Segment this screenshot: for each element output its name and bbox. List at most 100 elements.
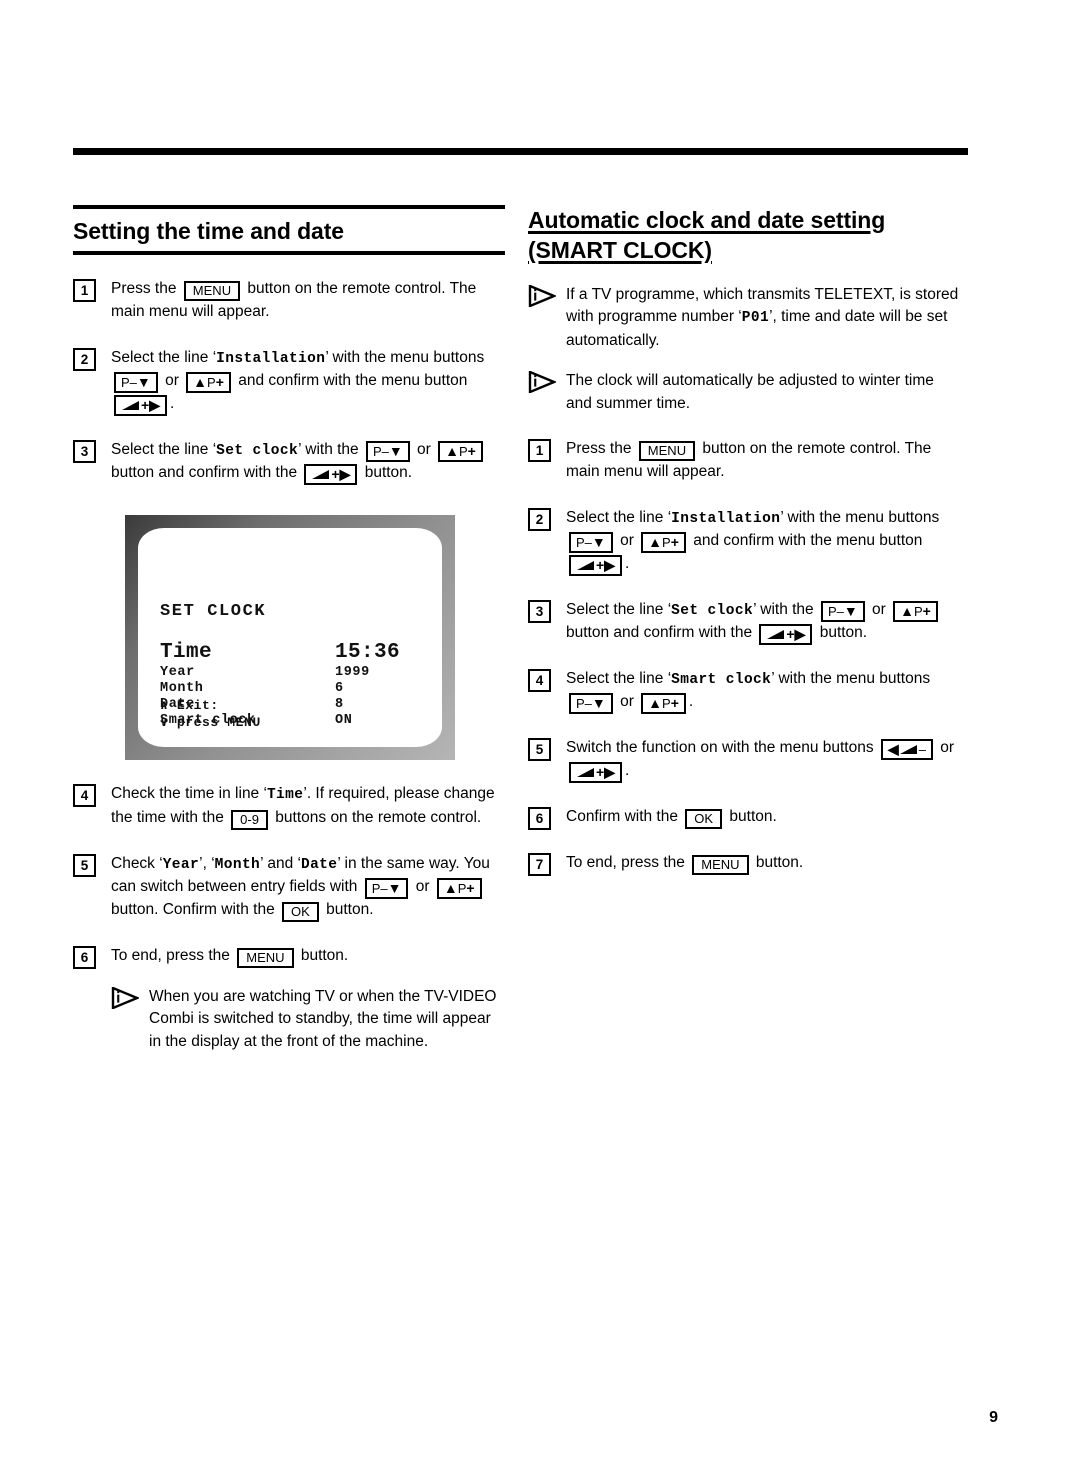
step-text: Select the line ‘Set clock’ with the P–▼… xyxy=(111,441,486,486)
remote-key-menu[interactable]: MENU xyxy=(237,947,294,968)
right-column: Automatic clock and date setting (SMART … xyxy=(528,205,960,877)
remote-key-[interactable]: +▶ xyxy=(759,624,813,646)
menu-item-name: Date xyxy=(300,856,338,873)
osd-row-value: 8 xyxy=(335,697,344,713)
osd-row-label: Time xyxy=(160,641,213,665)
step-item: 3 Select the line ‘Set clock’ with the P–… xyxy=(73,439,505,486)
osd-row-value: ON xyxy=(335,713,353,729)
remote-key-p[interactable]: P–▼ xyxy=(569,693,613,715)
osd-row-label: Year xyxy=(160,665,195,681)
menu-item-name: P01 xyxy=(741,310,770,327)
remote-key-[interactable]: +▶ xyxy=(304,464,358,486)
remote-key-p[interactable]: P–▼ xyxy=(365,441,410,463)
step-text: Select the line ‘Smart clock’ with the m… xyxy=(566,670,930,715)
remote-key-p[interactable]: ▲P+ xyxy=(438,441,483,463)
step-item: 6 To end, press the MENU button. xyxy=(73,945,505,969)
info-note-text: The clock will automatically be adjusted… xyxy=(566,372,934,412)
menu-item-name: Set clock xyxy=(216,443,299,460)
step-number-badge: 6 xyxy=(73,945,96,969)
menu-item-name: Month xyxy=(214,856,261,873)
tv-illustration-slot: SET CLOCK Time 15:36 Year 1999 Month 6 Date 8 Sma… xyxy=(73,515,505,761)
quote-close: ’ xyxy=(769,308,773,326)
right-heading-line-1: Automatic clock and date setting xyxy=(528,207,886,233)
remote-key-p[interactable]: P–▼ xyxy=(364,877,409,899)
info-triangle-icon xyxy=(528,370,558,394)
remote-key-[interactable]: +▶ xyxy=(569,762,622,784)
info-triangle-icon xyxy=(111,985,141,1010)
step-number-badge: 6 xyxy=(528,807,551,831)
osd-footer: ∧ Exit: ∨ press MENU xyxy=(160,698,261,731)
step-item: 2 Select the line ‘Installation’ with the… xyxy=(73,347,505,417)
step-number-badge: 5 xyxy=(528,738,551,762)
remote-key-menu[interactable]: MENU xyxy=(692,855,749,876)
left-step-list: 1 Press the MENU button on the remote con… xyxy=(73,278,505,969)
step-text: Select the line ‘Installation’ with the … xyxy=(566,509,939,577)
remote-key-menu[interactable]: MENU xyxy=(183,281,241,302)
remote-key-p[interactable]: P–▼ xyxy=(569,532,613,554)
step-item: 7 To end, press the MENU button. xyxy=(528,852,960,877)
step-text: Switch the function on with the menu but… xyxy=(566,739,954,784)
osd-footer-line-1: ∧ Exit: xyxy=(160,698,219,714)
quote-close: ’ xyxy=(298,441,301,459)
osd-row[interactable]: Month 6 xyxy=(160,681,428,697)
remote-key-[interactable]: +▶ xyxy=(114,395,167,417)
remote-key-p[interactable]: ▲P+ xyxy=(893,601,938,623)
step-number-badge: 1 xyxy=(73,279,96,303)
info-note-text: If a TV programme, which transmits TELET… xyxy=(566,285,959,349)
step-item: 4 Check the time in line ‘Time’. If requi… xyxy=(73,783,505,830)
left-column: Setting the time and date 1 Press the MEN… xyxy=(73,205,505,1054)
osd-row[interactable]: Time 15:36 xyxy=(160,641,428,665)
step-text: To end, press the MENU button. xyxy=(111,947,348,968)
page-title: Setting the time and date xyxy=(73,218,344,244)
info-note: If a TV programme, which transmits TELET… xyxy=(528,283,960,352)
step-text: Select the line ‘Installation’ with the … xyxy=(111,349,484,417)
quote-close: ’ xyxy=(780,509,784,526)
step-text: Press the MENU button on the remote cont… xyxy=(111,280,477,321)
manual-page: Setting the time and date 1 Press the MEN… xyxy=(0,0,1080,1473)
right-column-heading: Automatic clock and date setting (SMART … xyxy=(528,205,960,266)
remote-key-p[interactable]: ▲P+ xyxy=(641,693,686,715)
remote-key-0-9[interactable]: 0-9 xyxy=(231,809,268,830)
left-column-heading: Setting the time and date xyxy=(73,205,505,256)
osd-row-value: 15:36 xyxy=(335,641,401,665)
step-text: Select the line ‘Set clock’ with the P–▼… xyxy=(566,601,941,646)
step-item: 1 Press the MENU button on the remote con… xyxy=(528,438,960,484)
remote-key-ok[interactable]: OK xyxy=(282,901,319,922)
step-item: 4 Select the line ‘Smart clock’ with the … xyxy=(528,668,960,715)
info-triangle-icon xyxy=(528,283,558,308)
quote-close: ’ xyxy=(325,349,329,367)
info-note: When you are watching TV or when the TV-… xyxy=(111,985,505,1054)
step-number-badge: 4 xyxy=(73,784,96,808)
step-text: Press the MENU button on the remote cont… xyxy=(566,440,932,481)
osd-row-value: 6 xyxy=(335,681,344,697)
info-note: The clock will automatically be adjusted… xyxy=(528,370,960,415)
remote-key-[interactable]: +▶ xyxy=(569,555,622,577)
remote-key-p[interactable]: P–▼ xyxy=(820,601,865,623)
osd-row-value: 1999 xyxy=(335,665,370,681)
step-item: 3 Select the line ‘Set clock’ with the P–… xyxy=(528,599,960,646)
page-number: 9 xyxy=(989,1409,998,1426)
right-note-list: If a TV programme, which transmits TELET… xyxy=(528,283,960,416)
step-item: 2 Select the line ‘Installation’ with the… xyxy=(528,507,960,577)
remote-key-p[interactable]: ▲P+ xyxy=(436,877,482,899)
step-number-badge: 3 xyxy=(528,600,551,624)
step-item: 1 Press the MENU button on the remote con… xyxy=(73,278,505,324)
remote-key-menu[interactable]: MENU xyxy=(638,441,696,462)
menu-item-name: Set clock xyxy=(671,603,754,620)
remote-key-[interactable]: ◀ – xyxy=(880,739,933,761)
remote-key-p[interactable]: P–▼ xyxy=(114,372,158,394)
menu-item-name: Time xyxy=(266,787,304,804)
remote-key-p[interactable]: ▲P+ xyxy=(641,532,686,554)
tv-screen-inner: SET CLOCK Time 15:36 Year 1999 Month 6 Date 8 Sma… xyxy=(138,528,442,748)
menu-item-name: Installation xyxy=(671,511,781,527)
remote-key-ok[interactable]: OK xyxy=(685,809,723,830)
step-text: Check ‘Year’, ‘Month’ and ‘Date’ in the … xyxy=(111,855,490,922)
page-top-rule xyxy=(73,148,968,155)
menu-item-name: Installation xyxy=(216,351,326,368)
right-step-list: 1 Press the MENU button on the remote con… xyxy=(528,438,960,877)
step-number-badge: 1 xyxy=(528,439,551,463)
step-number-badge: 2 xyxy=(73,348,96,372)
remote-key-p[interactable]: ▲P+ xyxy=(186,372,231,394)
step-item: 6 Confirm with the OK button. xyxy=(528,806,960,831)
osd-row[interactable]: Year 1999 xyxy=(160,665,428,681)
